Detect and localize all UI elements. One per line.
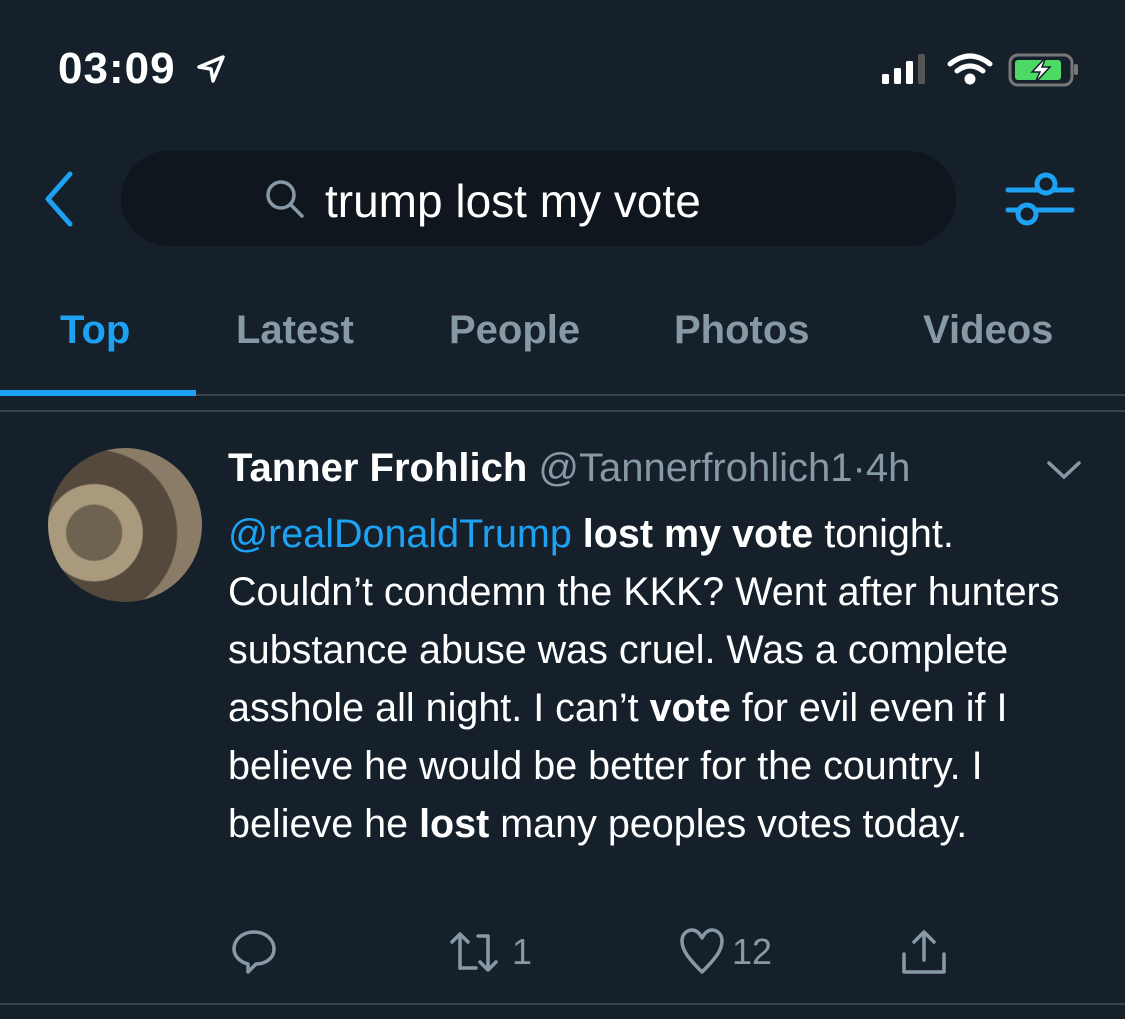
active-tab-indicator — [0, 390, 196, 396]
reply-button[interactable] — [230, 928, 278, 976]
like-count: 12 — [732, 931, 773, 972]
divider — [0, 410, 1125, 412]
share-icon — [902, 930, 946, 974]
text-segment — [572, 512, 583, 556]
highlighted-term: vote — [649, 686, 731, 730]
like-button[interactable]: 12 — [678, 928, 772, 976]
wifi-icon — [947, 53, 993, 85]
author-handle[interactable]: @Tannerfrohlich1 — [538, 446, 852, 490]
tab-latest[interactable]: Latest — [236, 308, 354, 353]
battery-charging-icon — [1008, 53, 1078, 87]
tweet-text: @realDonaldTrump lost my vote tonight. C… — [228, 505, 1078, 853]
reply-icon — [232, 930, 276, 974]
tab-videos[interactable]: Videos — [923, 308, 1053, 353]
retweet-icon — [450, 932, 498, 972]
back-chevron-icon[interactable] — [40, 170, 80, 228]
tweet-time: 4h — [865, 446, 911, 490]
share-button[interactable] — [900, 928, 948, 978]
text-segment: many peoples votes today. — [489, 802, 968, 846]
signal-icon — [882, 54, 925, 84]
status-icons — [882, 53, 1078, 87]
status-time: 03:09 — [58, 44, 176, 93]
location-arrow-icon — [197, 55, 225, 83]
tab-photos[interactable]: Photos — [674, 308, 810, 353]
author-name[interactable]: Tanner Frohlich — [228, 446, 527, 490]
highlighted-term: lost my vote — [582, 512, 814, 556]
separator: · — [852, 446, 866, 490]
search-icon — [266, 180, 304, 218]
divider — [0, 1003, 1125, 1005]
search-query[interactable]: trump lost my vote — [325, 174, 701, 228]
filter-sliders-icon[interactable] — [1005, 168, 1075, 230]
tab-people[interactable]: People — [449, 308, 580, 353]
retweet-count: 1 — [512, 931, 533, 972]
heart-icon — [680, 928, 724, 974]
tab-top[interactable]: Top — [60, 308, 130, 353]
mention-link[interactable]: @realDonaldTrump — [228, 512, 572, 556]
retweet-button[interactable]: 1 — [450, 928, 532, 976]
tweet-header: Tanner Frohlich @Tannerfrohlich1·4h — [228, 446, 910, 491]
highlighted-term: lost — [419, 802, 490, 846]
avatar[interactable] — [48, 448, 202, 602]
chevron-down-icon[interactable] — [1045, 458, 1083, 482]
